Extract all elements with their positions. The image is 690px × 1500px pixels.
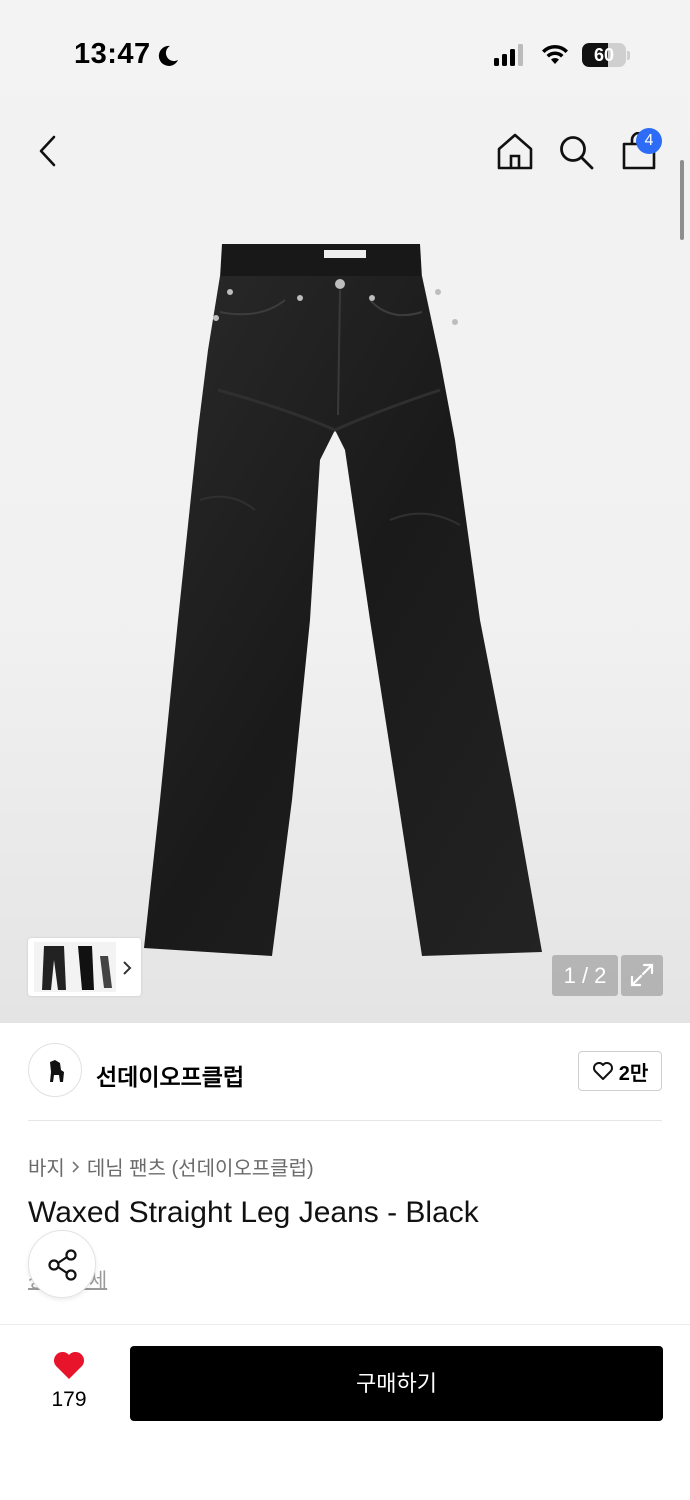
brand-logo-image [50,1060,64,1082]
heart-outline-icon [592,1062,613,1080]
share-button[interactable] [28,1230,96,1298]
wifi-icon [542,44,568,64]
breadcrumb: 바지 데님 팬츠 (선데이오프클럽) [28,1152,314,1181]
product-title: Waxed Straight Leg Jeans - Black [28,1196,479,1229]
chevron-right-icon [72,1160,79,1173]
expand-icon [630,963,654,987]
cart-count-badge: 4 [636,128,662,154]
thumbnail-strip[interactable] [28,938,141,996]
thumbnail-image[interactable] [34,942,116,992]
share-icon [48,1249,77,1281]
product-image [144,244,542,956]
battery-indicator: 60 [582,43,626,67]
breadcrumb-item[interactable]: 바지 [28,1152,65,1181]
brand-like-count: 2만 [618,1062,649,1085]
brand-name[interactable]: 선데이오프클럽 [96,1058,244,1092]
breadcrumb-item[interactable]: 데님 팬츠 (선데이오프클럽) [87,1152,314,1181]
expand-button[interactable] [621,955,663,996]
moon-icon [158,45,178,66]
product-gallery[interactable]: 13:47 60 4 1 / 2 [0,0,690,1023]
brand-logo[interactable] [28,1043,82,1097]
battery-cap [627,51,630,60]
divider [28,1120,662,1121]
home-icon[interactable] [496,132,534,170]
back-icon[interactable] [36,134,60,168]
favorite-count: 179 [51,1388,87,1411]
gallery-page-indicator: 1 / 2 [552,955,618,996]
heart-filled-icon[interactable] [52,1350,86,1380]
status-time: 13:47 [74,38,151,70]
search-icon[interactable] [558,134,594,170]
buy-button[interactable]: 구매하기 [130,1346,663,1421]
scrollbar[interactable] [680,160,684,240]
brand-like-button[interactable]: 2만 [578,1051,662,1091]
product-page: 13:47 60 4 1 / 2 선데이오프클럽 2만 바지 데님 팬츠 (선데… [0,0,690,1500]
chevron-right-icon [123,961,132,975]
signal-icon [494,44,523,66]
